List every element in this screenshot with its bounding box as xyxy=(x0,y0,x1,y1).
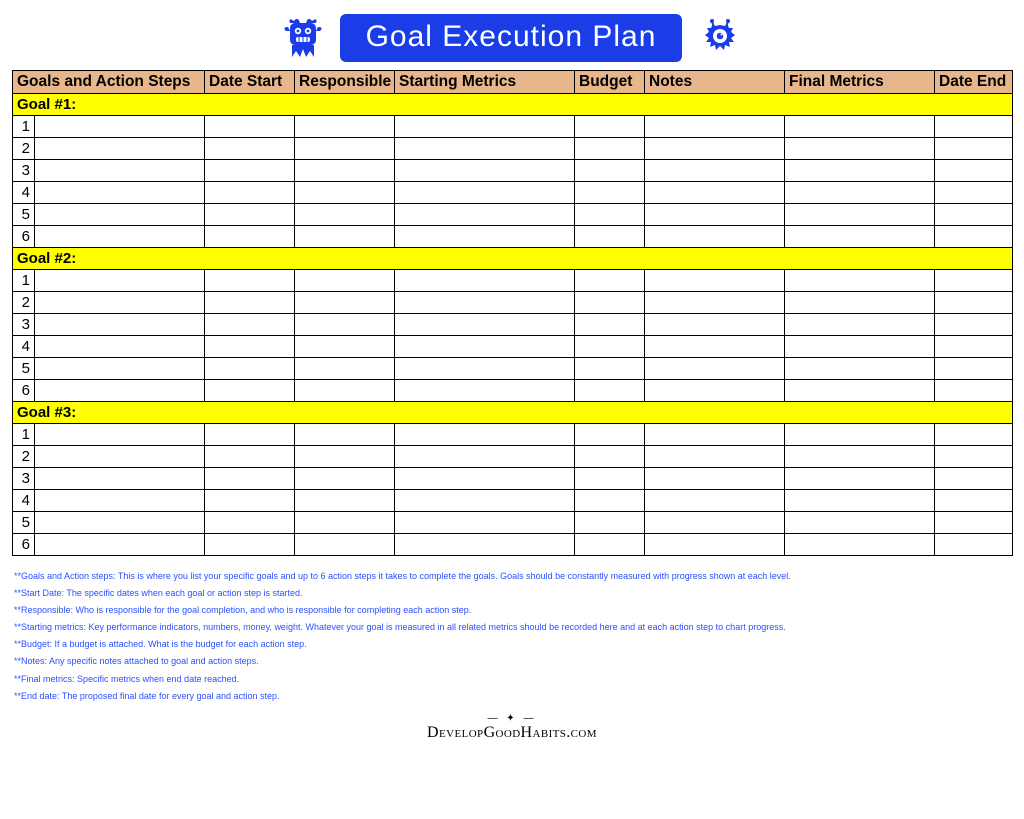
row-number: 4 xyxy=(13,182,35,204)
col-budget: Budget xyxy=(575,71,645,94)
col-date-start: Date Start xyxy=(205,71,295,94)
header-row: Goals and Action Steps Date Start Respon… xyxy=(13,71,1013,94)
table-row: 6 xyxy=(13,226,1013,248)
monster-right-icon xyxy=(700,18,740,58)
legend-item: **End date: The proposed final date for … xyxy=(14,688,1012,705)
table-row: 5 xyxy=(13,358,1013,380)
row-number: 6 xyxy=(13,534,35,556)
goal-header: Goal #3: xyxy=(13,402,1013,424)
table-row: 2 xyxy=(13,446,1013,468)
legend-item: **Final metrics: Specific metrics when e… xyxy=(14,671,1012,688)
table-row: 1 xyxy=(13,424,1013,446)
row-number: 3 xyxy=(13,314,35,336)
col-notes: Notes xyxy=(645,71,785,94)
row-number: 4 xyxy=(13,490,35,512)
row-number: 5 xyxy=(13,358,35,380)
row-number: 3 xyxy=(13,468,35,490)
footer: — ✦ — DevelopGoodHabits.com xyxy=(12,713,1012,742)
row-number: 1 xyxy=(13,270,35,292)
title-row: Goal Execution Plan xyxy=(12,14,1012,62)
col-date-end: Date End xyxy=(935,71,1013,94)
row-number: 2 xyxy=(13,446,35,468)
row-number: 2 xyxy=(13,138,35,160)
goal-label: Goal #1: xyxy=(13,94,1013,116)
goal-header: Goal #2: xyxy=(13,248,1013,270)
row-number: 1 xyxy=(13,116,35,138)
row-number: 5 xyxy=(13,204,35,226)
table-row: 4 xyxy=(13,182,1013,204)
monster-left-icon xyxy=(284,17,322,59)
footer-divider-icon: — ✦ — xyxy=(12,713,1012,724)
goal-header: Goal #1: xyxy=(13,94,1013,116)
table-row: 1 xyxy=(13,116,1013,138)
table-row: 5 xyxy=(13,204,1013,226)
table-row: 4 xyxy=(13,336,1013,358)
row-number: 4 xyxy=(13,336,35,358)
col-final-metrics: Final Metrics xyxy=(785,71,935,94)
row-number: 3 xyxy=(13,160,35,182)
legend-item: **Start Date: The specific dates when ea… xyxy=(14,585,1012,602)
row-number: 1 xyxy=(13,424,35,446)
table-row: 3 xyxy=(13,160,1013,182)
page-title: Goal Execution Plan xyxy=(340,14,683,62)
page: Goal Execution Plan Goals xyxy=(0,0,1024,752)
table-row: 6 xyxy=(13,534,1013,556)
row-number: 6 xyxy=(13,380,35,402)
legend-item: **Budget: If a budget is attached. What … xyxy=(14,636,1012,653)
table-row: 4 xyxy=(13,490,1013,512)
goal-label: Goal #2: xyxy=(13,248,1013,270)
table-row: 1 xyxy=(13,270,1013,292)
plan-table: Goals and Action Steps Date Start Respon… xyxy=(12,70,1013,556)
legend-item: **Starting metrics: Key performance indi… xyxy=(14,619,1012,636)
legend-item: **Goals and Action steps: This is where … xyxy=(14,568,1012,585)
legend-item: **Responsible: Who is responsible for th… xyxy=(14,602,1012,619)
table-row: 3 xyxy=(13,468,1013,490)
legend-item: **Notes: Any specific notes attached to … xyxy=(14,653,1012,670)
col-goals: Goals and Action Steps xyxy=(13,71,205,94)
table-row: 5 xyxy=(13,512,1013,534)
table-row: 2 xyxy=(13,138,1013,160)
col-responsible: Responsible xyxy=(295,71,395,94)
col-starting-metrics: Starting Metrics xyxy=(395,71,575,94)
table-row: 6 xyxy=(13,380,1013,402)
legend: **Goals and Action steps: This is where … xyxy=(12,566,1012,705)
goal-label: Goal #3: xyxy=(13,402,1013,424)
table-row: 3 xyxy=(13,314,1013,336)
row-number: 2 xyxy=(13,292,35,314)
row-number: 6 xyxy=(13,226,35,248)
table-row: 2 xyxy=(13,292,1013,314)
row-number: 5 xyxy=(13,512,35,534)
footer-brand: DevelopGoodHabits.com xyxy=(12,724,1012,742)
